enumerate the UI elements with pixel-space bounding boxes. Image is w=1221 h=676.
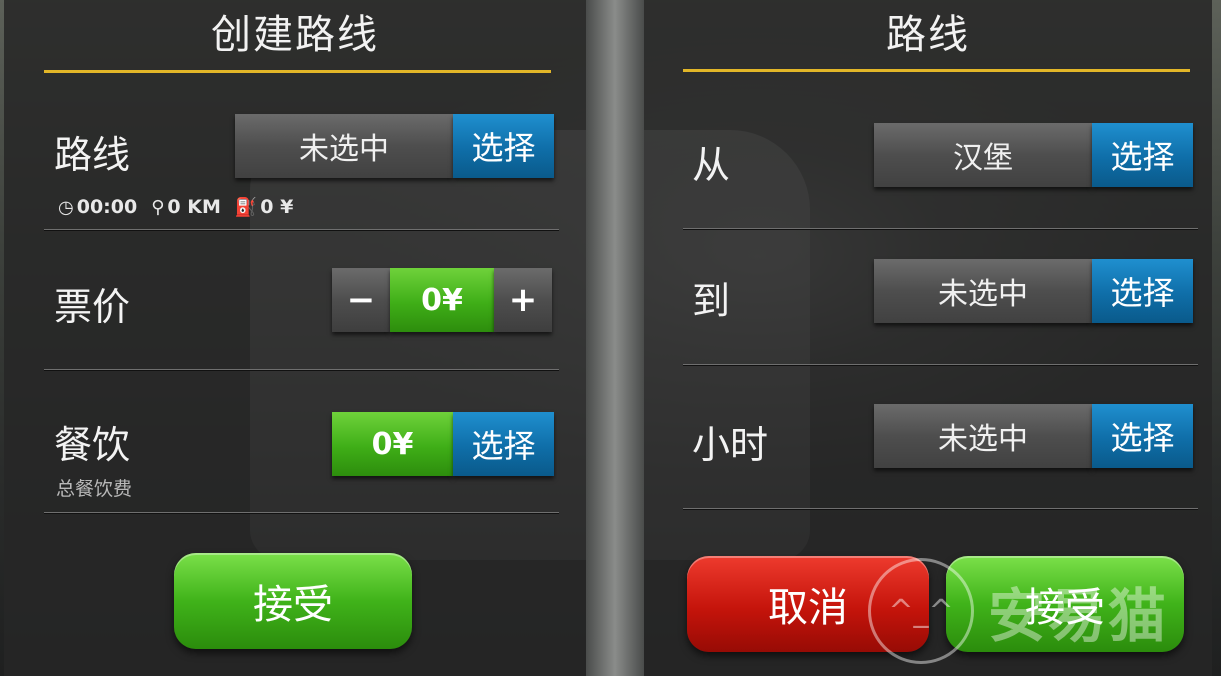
hours-value-field[interactable]: 未选中 bbox=[874, 404, 1092, 468]
to-label: 到 bbox=[692, 279, 731, 323]
hours-label: 小时 bbox=[692, 423, 769, 467]
create-route-panel: 创建路线 路线 未选中 选择 ◷ 00:00 ⚲ 0 KM ⛽ 0 ¥ 票价 −… bbox=[4, 0, 586, 676]
catering-sublabel: 总餐饮费 bbox=[56, 478, 133, 500]
row-separator bbox=[44, 512, 559, 513]
catering-label: 餐饮 bbox=[54, 423, 131, 467]
accept-button[interactable]: 接受 bbox=[174, 553, 412, 649]
location-pin-icon: ⚲ bbox=[151, 196, 165, 218]
title-underline bbox=[683, 69, 1190, 72]
route-label: 路线 bbox=[54, 133, 131, 177]
panel-title: 创建路线 bbox=[211, 12, 379, 58]
row-separator bbox=[44, 229, 559, 230]
accept-button[interactable]: 接受 bbox=[946, 556, 1184, 652]
to-value-field[interactable]: 未选中 bbox=[874, 259, 1092, 323]
catering-select-button[interactable]: 选择 bbox=[453, 412, 554, 476]
from-select-button[interactable]: 选择 bbox=[1092, 123, 1193, 187]
fare-label: 票价 bbox=[54, 285, 131, 329]
panel-divider bbox=[586, 0, 644, 676]
row-separator bbox=[683, 508, 1198, 509]
fare-decrease-button[interactable]: − bbox=[332, 268, 390, 332]
to-select-button[interactable]: 选择 bbox=[1092, 259, 1193, 323]
route-distance: 0 KM bbox=[167, 196, 221, 218]
route-time: 00:00 bbox=[76, 196, 138, 218]
from-value-field[interactable]: 汉堡 bbox=[874, 123, 1092, 187]
title-underline bbox=[44, 70, 551, 73]
route-select-button[interactable]: 选择 bbox=[453, 114, 554, 178]
row-separator bbox=[683, 364, 1198, 365]
row-separator bbox=[683, 228, 1198, 229]
from-label: 从 bbox=[692, 143, 731, 187]
row-separator bbox=[44, 369, 559, 370]
route-stats: ◷ 00:00 ⚲ 0 KM ⛽ 0 ¥ bbox=[58, 196, 307, 218]
fare-increase-button[interactable]: + bbox=[494, 268, 552, 332]
panel-title: 路线 bbox=[886, 12, 970, 58]
hours-select-button[interactable]: 选择 bbox=[1092, 404, 1193, 468]
clock-icon: ◷ bbox=[58, 196, 74, 218]
catering-value: 0¥ bbox=[332, 412, 453, 476]
route-panel: 路线 从 汉堡 选择 到 未选中 选择 小时 未选中 选择 取消 接受 bbox=[644, 0, 1212, 676]
fuel-pump-icon: ⛽ bbox=[234, 196, 258, 218]
cancel-button[interactable]: 取消 bbox=[687, 556, 929, 652]
route-value-field[interactable]: 未选中 bbox=[235, 114, 453, 178]
fare-value: 0¥ bbox=[390, 268, 494, 332]
route-fuel-cost: 0 ¥ bbox=[260, 196, 294, 218]
